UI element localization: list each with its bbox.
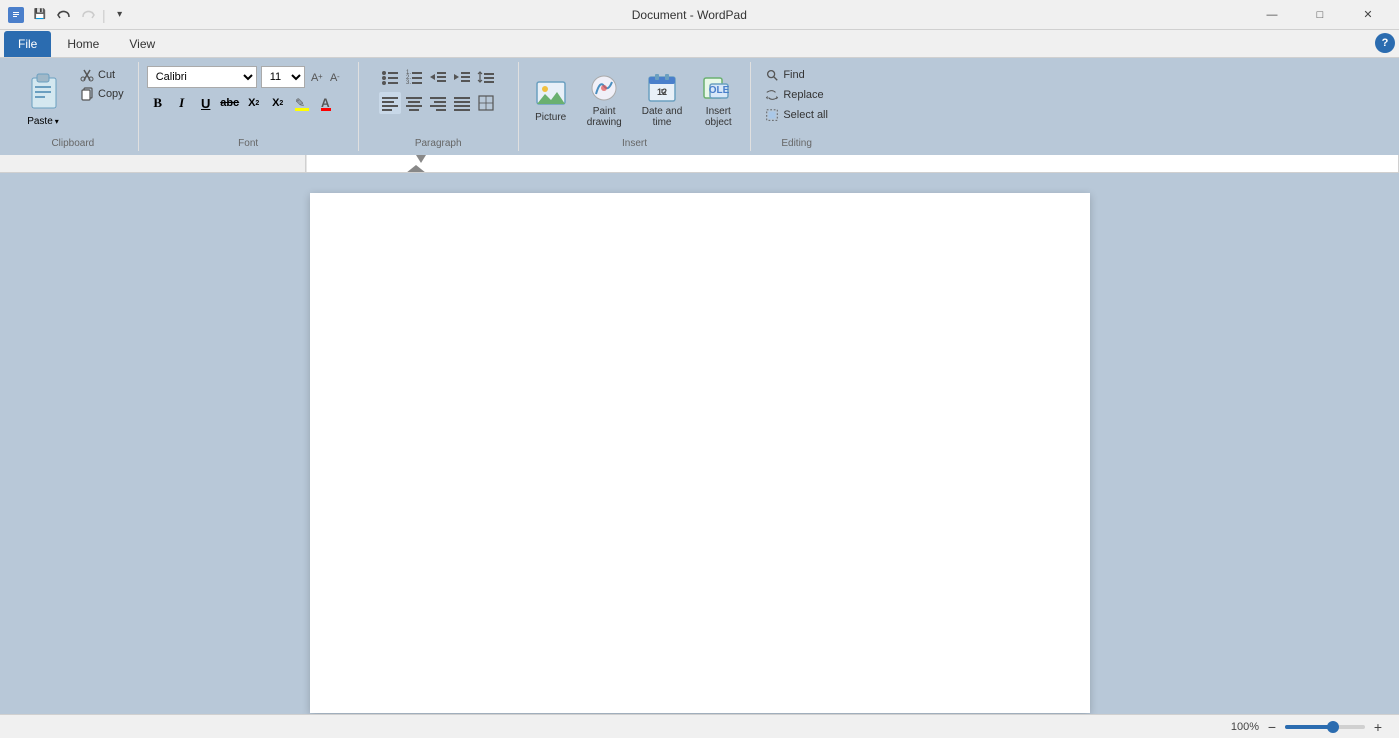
ruler-inner (305, 155, 1399, 172)
underline-button[interactable]: U (195, 92, 217, 114)
subscript-button[interactable]: X2 (243, 92, 265, 114)
svg-text:-: - (337, 72, 340, 81)
svg-text:+: + (318, 72, 323, 81)
zoom-percent: 100% (1231, 721, 1259, 733)
app-icon (8, 7, 24, 23)
font-size-selector[interactable]: 11 (261, 66, 305, 88)
zoom-control: 100% − + (1231, 718, 1387, 736)
numbering-button[interactable]: 1. 2. 3. (403, 66, 425, 88)
align-center-button[interactable] (403, 92, 425, 114)
tab-file[interactable]: File (4, 31, 51, 57)
svg-text:✎: ✎ (295, 96, 305, 110)
document-page[interactable] (310, 193, 1090, 713)
find-button[interactable]: Find (759, 66, 810, 84)
maximize-button[interactable]: □ (1297, 0, 1343, 30)
copy-button[interactable]: Copy (74, 85, 130, 103)
font-family-selector[interactable]: Calibri (147, 66, 257, 88)
date-and-time-button[interactable]: 12 Date and time (634, 66, 691, 134)
clipboard-group: Paste ▾ Cut (8, 62, 139, 151)
redo-qat-button[interactable] (78, 5, 98, 25)
grow-font-button[interactable]: A+ (309, 68, 327, 86)
align-left-button[interactable] (379, 92, 401, 114)
qat-separator: | (102, 7, 106, 23)
bold-button[interactable]: B (147, 92, 169, 114)
highlight-button[interactable]: ✎ (291, 92, 313, 114)
ribbon-tabs: File Home View ? (0, 30, 1399, 58)
paint-drawing-button[interactable]: Paint drawing (579, 66, 630, 134)
quick-access-toolbar: 💾 | ▾ (30, 5, 130, 25)
zoom-slider-fill (1285, 725, 1333, 729)
main-content (0, 173, 1399, 714)
ribbon-body: Paste ▾ Cut (0, 58, 1399, 155)
insert-group-label: Insert (622, 138, 647, 151)
strikethrough-button[interactable]: abc (219, 92, 241, 114)
decrease-indent-button[interactable] (427, 66, 449, 88)
zoom-slider-thumb[interactable] (1327, 721, 1339, 733)
increase-indent-button[interactable] (451, 66, 473, 88)
editing-group-label: Editing (781, 138, 812, 151)
bullets-button[interactable] (379, 66, 401, 88)
align-right-button[interactable] (427, 92, 449, 114)
help-button[interactable]: ? (1375, 33, 1395, 53)
content-area (0, 173, 1399, 714)
document-scroll-area[interactable] (0, 173, 1399, 714)
select-all-button[interactable]: Select all (759, 106, 834, 124)
shrink-font-button[interactable]: A- (328, 68, 346, 86)
justify-button[interactable] (451, 92, 473, 114)
clipboard-label: Clipboard (51, 138, 94, 151)
cut-button[interactable]: Cut (74, 66, 130, 84)
tab-view[interactable]: View (115, 31, 169, 57)
paste-label: Paste ▾ (27, 116, 59, 127)
title-bar: 💾 | ▾ Document - WordPad — □ ✕ (0, 0, 1399, 30)
svg-text:OLE: OLE (709, 85, 730, 96)
ruler (0, 155, 1399, 173)
italic-button[interactable]: I (171, 92, 193, 114)
save-qat-button[interactable]: 💾 (30, 5, 50, 25)
close-button[interactable]: ✕ (1345, 0, 1391, 30)
paste-button[interactable]: Paste ▾ (16, 66, 70, 134)
svg-text:A: A (321, 96, 330, 110)
font-group: Calibri 11 A+ A- B (139, 62, 359, 151)
zoom-out-button[interactable]: − (1263, 718, 1281, 736)
superscript-button[interactable]: X2 (267, 92, 289, 114)
editing-group: Find Replace Select al (751, 62, 842, 151)
window-title: Document - WordPad (130, 8, 1249, 22)
svg-text:3.: 3. (406, 80, 411, 86)
qat-customize-button[interactable]: ▾ (110, 5, 130, 25)
font-group-label: Font (238, 138, 258, 151)
minimize-button[interactable]: — (1249, 0, 1295, 30)
status-bar: 100% − + (0, 714, 1399, 738)
insert-group: Picture Paint drawing (519, 62, 752, 151)
zoom-in-button[interactable]: + (1369, 718, 1387, 736)
zoom-slider[interactable] (1285, 725, 1365, 729)
insert-object-button[interactable]: OLE Insert object (694, 66, 742, 134)
undo-qat-button[interactable] (54, 5, 74, 25)
tab-home[interactable]: Home (53, 31, 113, 57)
replace-button[interactable]: Replace (759, 86, 829, 104)
picture-button[interactable]: Picture (527, 72, 575, 129)
paragraph-group-label: Paragraph (415, 138, 462, 151)
line-spacing-button[interactable] (475, 66, 497, 88)
paragraph-group: 1. 2. 3. (359, 62, 519, 151)
font-color-button[interactable]: A (315, 92, 337, 114)
borders-button[interactable] (475, 92, 497, 114)
